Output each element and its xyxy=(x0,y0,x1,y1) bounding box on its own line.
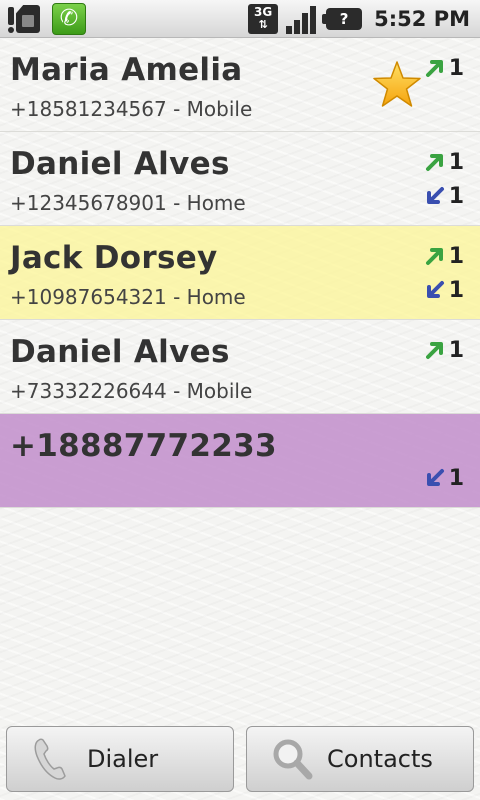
phone-call-notification-icon[interactable]: ✆ xyxy=(52,3,86,35)
search-magnifier-icon xyxy=(273,739,313,780)
incoming-call-arrow-icon xyxy=(426,187,444,204)
call-log-list: Maria Amelia +18581234567 - Mobile 1 Dan… xyxy=(0,38,480,508)
incoming-call-arrow-icon xyxy=(426,281,444,298)
favorite-star-icon xyxy=(373,61,421,107)
call-log-item[interactable]: Daniel Alves +12345678901 - Home 1 1 xyxy=(0,132,480,226)
outgoing-call-arrow-icon xyxy=(425,342,443,359)
caller-number: +73332226644 - Mobile xyxy=(10,379,253,403)
status-time: 5:52 PM xyxy=(374,7,470,31)
contacts-button-label: Contacts xyxy=(327,745,433,773)
status-bar: ✆ 3G ⇅ ? 5:52 PM xyxy=(0,0,480,38)
call-log-item[interactable]: Maria Amelia +18581234567 - Mobile 1 xyxy=(0,38,480,132)
caller-name: +18887772233 xyxy=(10,428,277,464)
outgoing-call-arrow-icon xyxy=(425,248,443,265)
call-log-item[interactable]: Daniel Alves +73332226644 - Mobile 1 xyxy=(0,320,480,414)
outgoing-count: 1 xyxy=(425,337,464,363)
outgoing-call-arrow-icon xyxy=(425,60,443,77)
incoming-count: 1 xyxy=(425,465,464,491)
outgoing-count: 1 xyxy=(425,149,464,175)
caller-number: +10987654321 - Home xyxy=(10,285,246,309)
battery-unknown-icon: ? xyxy=(322,8,363,30)
caller-name: Jack Dorsey xyxy=(10,240,218,276)
incoming-call-arrow-icon xyxy=(426,469,444,486)
caller-number: +12345678901 - Home xyxy=(10,191,246,215)
dialer-button[interactable]: Dialer xyxy=(6,726,234,792)
caller-name: Daniel Alves xyxy=(10,334,230,370)
sim-alert-icon xyxy=(6,3,44,35)
contacts-button[interactable]: Contacts xyxy=(246,726,474,792)
phone-handset-icon xyxy=(34,738,66,780)
signal-strength-icon xyxy=(286,4,318,34)
caller-name: Maria Amelia xyxy=(10,52,243,88)
outgoing-call-arrow-icon xyxy=(425,154,443,171)
outgoing-count: 1 xyxy=(425,55,464,81)
caller-name: Daniel Alves xyxy=(10,146,230,182)
incoming-count: 1 xyxy=(425,277,464,303)
call-log-item[interactable]: +18887772233 1 xyxy=(0,414,480,508)
outgoing-count: 1 xyxy=(425,243,464,269)
network-3g-icon: 3G ⇅ xyxy=(248,4,279,34)
caller-number: +18581234567 - Mobile xyxy=(10,97,253,121)
call-log-item[interactable]: Jack Dorsey +10987654321 - Home 1 1 xyxy=(0,226,480,320)
dialer-button-label: Dialer xyxy=(87,745,159,773)
incoming-count: 1 xyxy=(425,183,464,209)
